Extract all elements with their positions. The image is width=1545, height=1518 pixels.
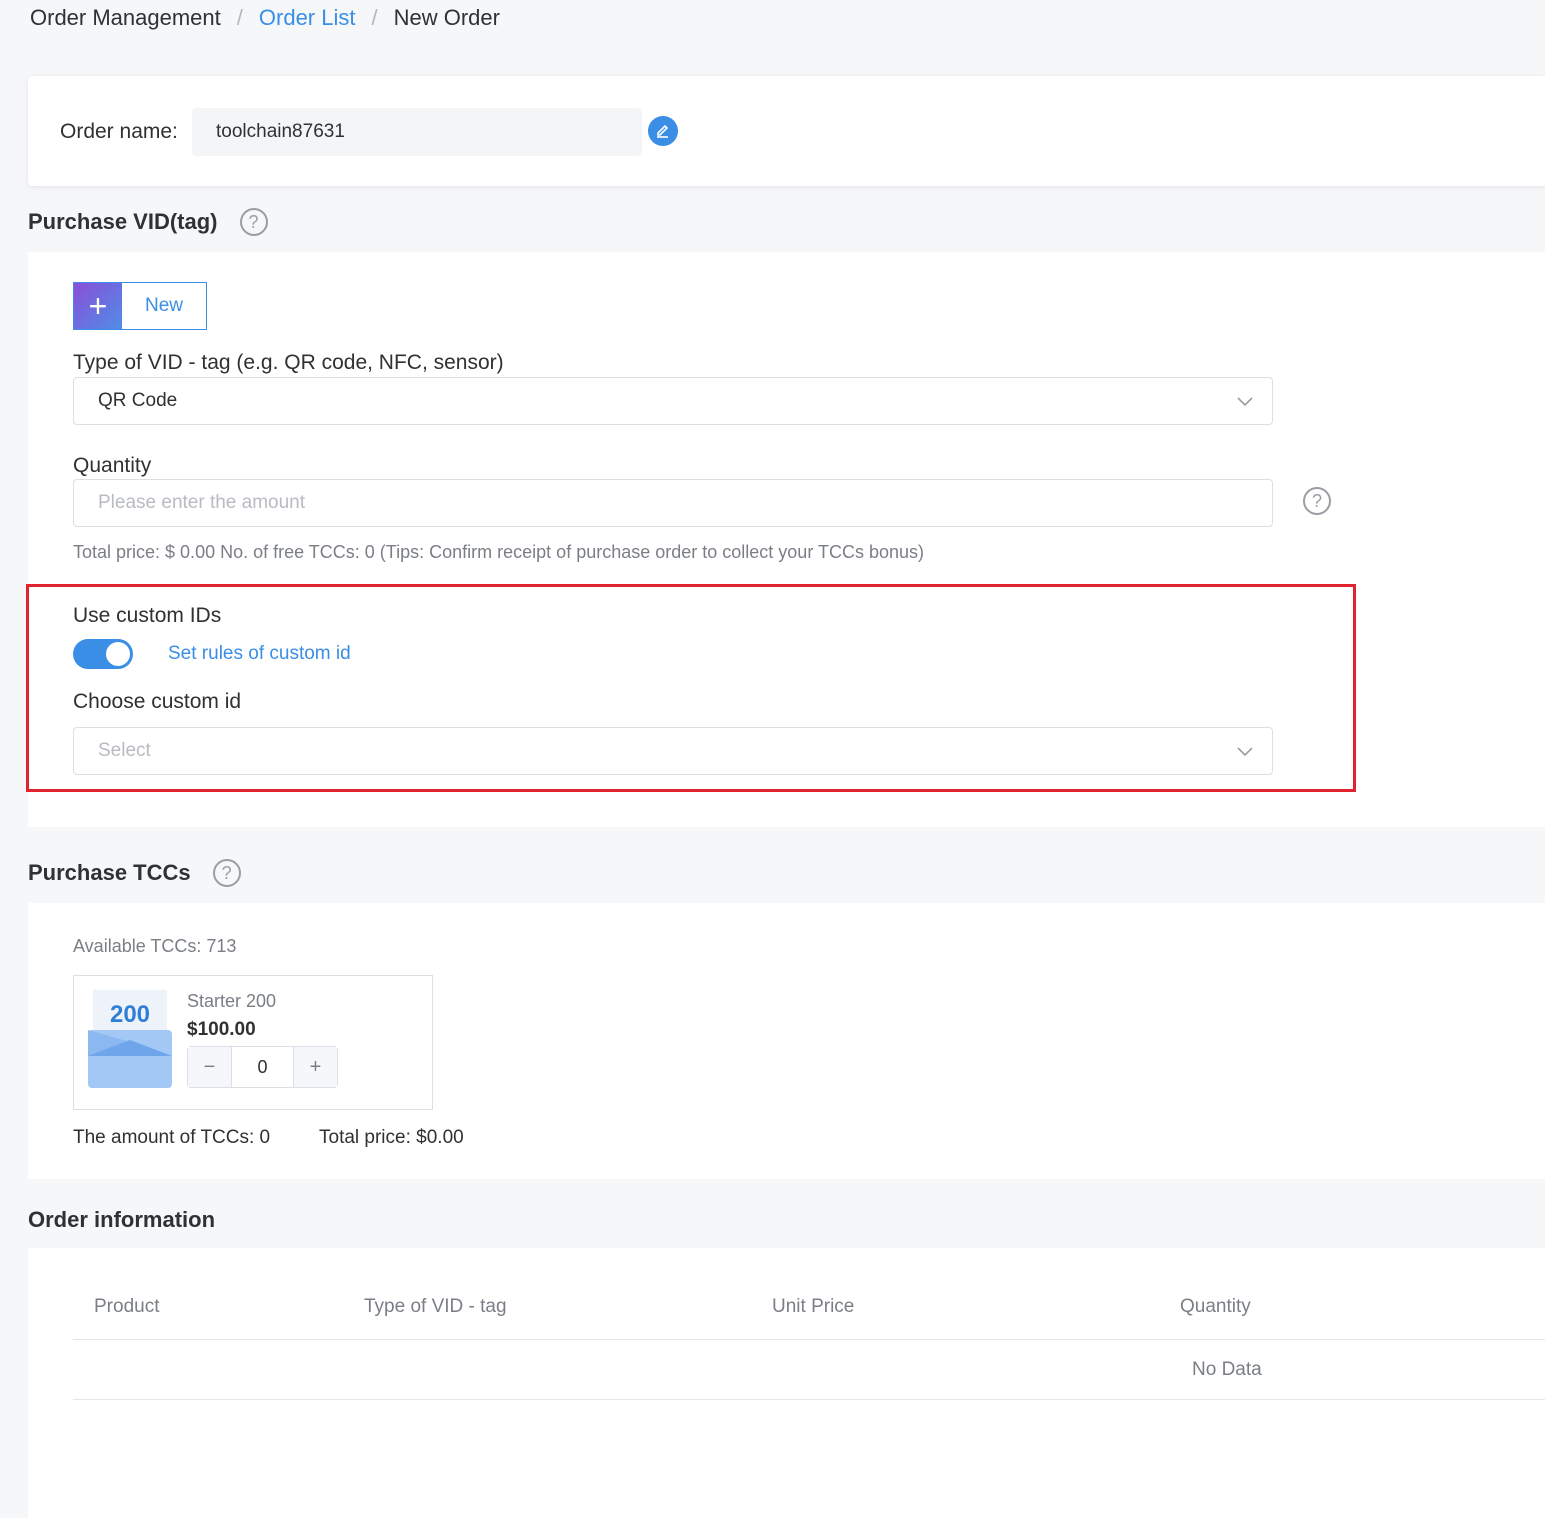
column-vid-type: Type of VID - tag	[364, 1296, 507, 1317]
tcc-amount-text: The amount of TCCs: 0	[73, 1127, 271, 1148]
set-custom-rules-link[interactable]: Set rules of custom id	[168, 643, 351, 665]
vid-type-label: Type of VID - tag (e.g. QR code, NFC, se…	[73, 351, 504, 374]
table-body: No Data	[73, 1340, 1545, 1400]
purchase-vid-card: + New Type of VID - tag (e.g. QR code, N…	[26, 252, 1545, 827]
order-name-label: Order name:	[60, 120, 178, 143]
order-information-heading: Order information	[28, 1207, 215, 1233]
new-button-label: New	[144, 295, 183, 316]
use-custom-ids-label: Use custom IDs	[73, 604, 222, 627]
decrement-button[interactable]: −	[188, 1047, 231, 1087]
new-vid-button[interactable]: + New	[73, 282, 207, 330]
order-table: Product Type of VID - tag Unit Price Qua…	[73, 1278, 1545, 1400]
stepper-value[interactable]: 0	[231, 1047, 294, 1087]
custom-ids-toggle[interactable]	[73, 639, 133, 669]
custom-id-select[interactable]: Select	[73, 727, 1273, 775]
order-information-card: Product Type of VID - tag Unit Price Qua…	[28, 1248, 1545, 1518]
increment-button[interactable]: +	[294, 1047, 337, 1087]
tcc-package-card[interactable]: 200 Starter 200 $100.00 − 0 +	[73, 975, 433, 1110]
breadcrumb-separator: /	[371, 5, 378, 30]
breadcrumb-order-management[interactable]: Order Management	[30, 5, 221, 31]
breadcrumb-new-order: New Order	[393, 5, 500, 30]
toggle-knob	[106, 642, 130, 666]
choose-custom-id-label: Choose custom id	[73, 690, 242, 713]
question-icon[interactable]: ?	[239, 208, 268, 236]
envelope-icon: 200	[88, 990, 172, 1088]
quantity-placeholder: Please enter the amount	[98, 492, 306, 513]
tcc-total-text: Total price: $0.00	[319, 1127, 464, 1148]
vid-type-value: QR Code	[98, 390, 178, 411]
column-product: Product	[94, 1296, 160, 1317]
vid-type-select[interactable]: QR Code	[73, 377, 1273, 425]
no-data-text: No Data	[1192, 1359, 1262, 1380]
available-tccs: Available TCCs: 713	[73, 936, 237, 956]
quantity-help-icon[interactable]: ?	[1303, 487, 1331, 515]
order-name-input[interactable]: toolchain87631	[192, 108, 642, 156]
package-price: $100.00	[187, 1019, 256, 1040]
purchase-tccs-heading: Purchase TCCs ?	[28, 859, 241, 887]
package-name: Starter 200	[187, 991, 277, 1011]
pencil-icon	[657, 124, 669, 138]
vid-total-line: Total price: $ 0.00 No. of free TCCs: 0 …	[73, 542, 925, 562]
breadcrumb-separator: /	[236, 5, 243, 30]
breadcrumb-order-list[interactable]: Order List	[259, 5, 356, 31]
purchase-vid-heading: Purchase VID(tag) ?	[28, 208, 268, 236]
order-information-title: Order information	[28, 1207, 216, 1232]
custom-id-placeholder: Select	[98, 740, 151, 761]
column-unit-price: Unit Price	[772, 1296, 855, 1317]
table-header: Product Type of VID - tag Unit Price Qua…	[73, 1278, 1545, 1340]
column-quantity: Quantity	[1180, 1296, 1251, 1317]
quantity-label: Quantity	[73, 454, 152, 477]
purchase-vid-title: Purchase VID(tag)	[28, 209, 218, 234]
quantity-input[interactable]: Please enter the amount	[73, 479, 1273, 527]
purchase-tccs-title: Purchase TCCs	[28, 860, 191, 885]
edit-name-button[interactable]	[648, 116, 678, 146]
quantity-stepper: − 0 +	[187, 1046, 338, 1088]
chevron-down-icon	[1237, 397, 1253, 407]
question-icon[interactable]: ?	[212, 859, 241, 887]
breadcrumb: Order Management / Order List / New Orde…	[30, 4, 500, 32]
chevron-down-icon	[1237, 747, 1253, 757]
page: Order Management / Order List / New Orde…	[0, 0, 1545, 1518]
order-name-card: Order name: toolchain87631	[28, 76, 1545, 186]
package-badge: 200	[110, 1001, 150, 1028]
purchase-tccs-card: Available TCCs: 713 200 Starter 200 $100…	[28, 903, 1545, 1179]
plus-icon: +	[74, 283, 122, 329]
